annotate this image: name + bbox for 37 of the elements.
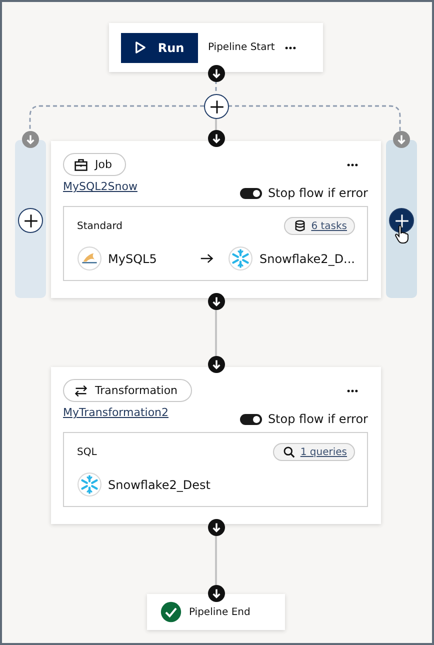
hand-cursor-icon <box>394 224 410 244</box>
briefcase-icon <box>74 158 88 172</box>
add-branch-button[interactable] <box>18 208 43 233</box>
run-button[interactable]: Run <box>121 32 198 62</box>
connector-port <box>393 131 410 148</box>
toggle-label: Stop flow if error <box>268 412 368 426</box>
target-name: Snowflake2_Dest <box>108 478 210 492</box>
snowflake-icon <box>228 246 254 271</box>
step-name-link[interactable]: MySQL2Snow <box>63 180 138 193</box>
count-link[interactable]: 6 tasks <box>284 217 355 235</box>
database-icon <box>294 220 306 232</box>
add-branch-button[interactable] <box>389 208 414 233</box>
step-type-badge: Job <box>63 153 126 176</box>
more-icon[interactable] <box>347 162 358 166</box>
search-icon <box>283 446 296 458</box>
more-icon[interactable] <box>347 388 358 392</box>
count-link[interactable]: 1 queries <box>273 443 355 461</box>
start-title: Pipeline Start <box>208 42 275 53</box>
play-icon <box>134 41 146 54</box>
step-type-badge: Transformation <box>63 379 192 402</box>
toggle-switch[interactable] <box>240 414 262 424</box>
step-subtype: SQL <box>77 446 97 458</box>
step-subtype: Standard <box>77 220 122 232</box>
more-icon[interactable] <box>284 46 296 50</box>
connector-port <box>22 131 39 148</box>
target-name: Snowflake2_D... <box>259 252 355 266</box>
arrow-right-icon <box>200 253 214 264</box>
toggle-label: Stop flow if error <box>268 186 368 200</box>
snowflake-icon <box>77 472 102 497</box>
step-name-link[interactable]: MyTransformation2 <box>63 406 169 419</box>
toggle-switch[interactable] <box>240 188 262 198</box>
add-step-button[interactable] <box>204 94 229 119</box>
check-icon <box>160 601 182 623</box>
dolphin-logo-icon <box>77 246 102 271</box>
end-label: Pipeline End <box>189 606 250 618</box>
source-name: MySQL5 <box>108 252 157 266</box>
swap-icon <box>74 384 88 398</box>
